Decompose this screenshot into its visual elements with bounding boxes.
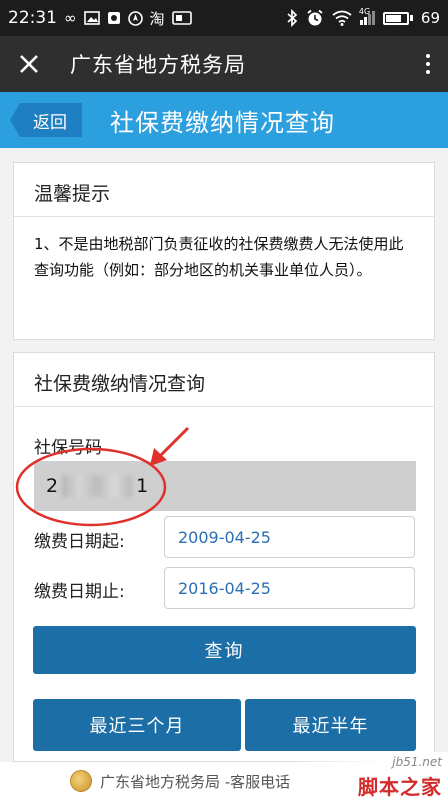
alarm-icon	[307, 9, 323, 26]
ssn-last-digit: 1	[136, 475, 149, 497]
tip-text: 1、不是由地税部门负责征收的社保费缴费人无法使用此查询功能（例如：部分地区的机关…	[34, 235, 404, 279]
signal-strength: 4G	[359, 7, 375, 25]
tax-bureau-logo-icon	[70, 770, 92, 792]
tip-title: 温馨提示	[34, 183, 111, 205]
recent-half-year-button[interactable]: 最近半年	[245, 699, 416, 751]
start-date-input[interactable]: 2009-04-25	[164, 516, 415, 558]
end-date-input[interactable]: 2016-04-25	[164, 567, 415, 609]
ssn-label: 社保号码	[34, 438, 102, 458]
recent-three-months-button[interactable]: 最近三个月	[33, 699, 241, 751]
app-title: 广东省地方税务局	[70, 53, 246, 77]
tip-panel: 温馨提示 1、不是由地税部门负责征收的社保费缴费人无法使用此查询功能（例如：部分…	[13, 162, 435, 340]
page-bar: 返回 社保费缴纳情况查询	[0, 92, 448, 148]
close-icon	[20, 55, 38, 73]
more-menu-button[interactable]	[408, 36, 448, 92]
battery-percent: 69	[420, 9, 440, 27]
query-title: 社保费缴纳情况查询	[34, 373, 206, 395]
close-button[interactable]	[0, 36, 58, 92]
footer-text: 广东省地方税务局 -客服电话	[100, 772, 291, 791]
watermark-name: 脚本之家	[358, 775, 442, 799]
wifi-icon	[332, 10, 352, 26]
watermark-site: jb51.net	[392, 755, 442, 769]
status-bar: 22:31 ∞ 淘 4G 69	[0, 0, 448, 36]
image-icon	[83, 11, 100, 25]
more-vertical-icon	[426, 54, 430, 58]
page-title: 社保费缴纳情况查询	[110, 108, 335, 137]
compass-icon	[127, 10, 143, 26]
ssn-first-digit: 2	[46, 475, 59, 497]
divider	[14, 406, 434, 407]
notification-icon	[107, 12, 120, 24]
status-time: 22:31	[8, 8, 57, 28]
back-button[interactable]: 返回	[10, 103, 82, 137]
infinity-icon: ∞	[64, 9, 77, 27]
ssn-input[interactable]: 2 1	[34, 461, 416, 511]
end-date-label: 缴费日期止:	[34, 582, 125, 602]
query-panel: 社保费缴纳情况查询 社保号码 2 1 缴费日期起: 2009-04-25 缴费日…	[13, 352, 435, 762]
battery-icon	[382, 11, 413, 25]
ssn-redaction	[62, 475, 133, 497]
network-type: 4G	[358, 7, 371, 16]
start-date-label: 缴费日期起:	[34, 532, 125, 552]
query-button[interactable]: 查询	[33, 626, 416, 674]
bluetooth-icon	[287, 9, 298, 27]
sim-card-icon	[171, 11, 192, 25]
app-header: 广东省地方税务局	[0, 36, 448, 92]
taobao-icon: 淘	[149, 9, 165, 28]
